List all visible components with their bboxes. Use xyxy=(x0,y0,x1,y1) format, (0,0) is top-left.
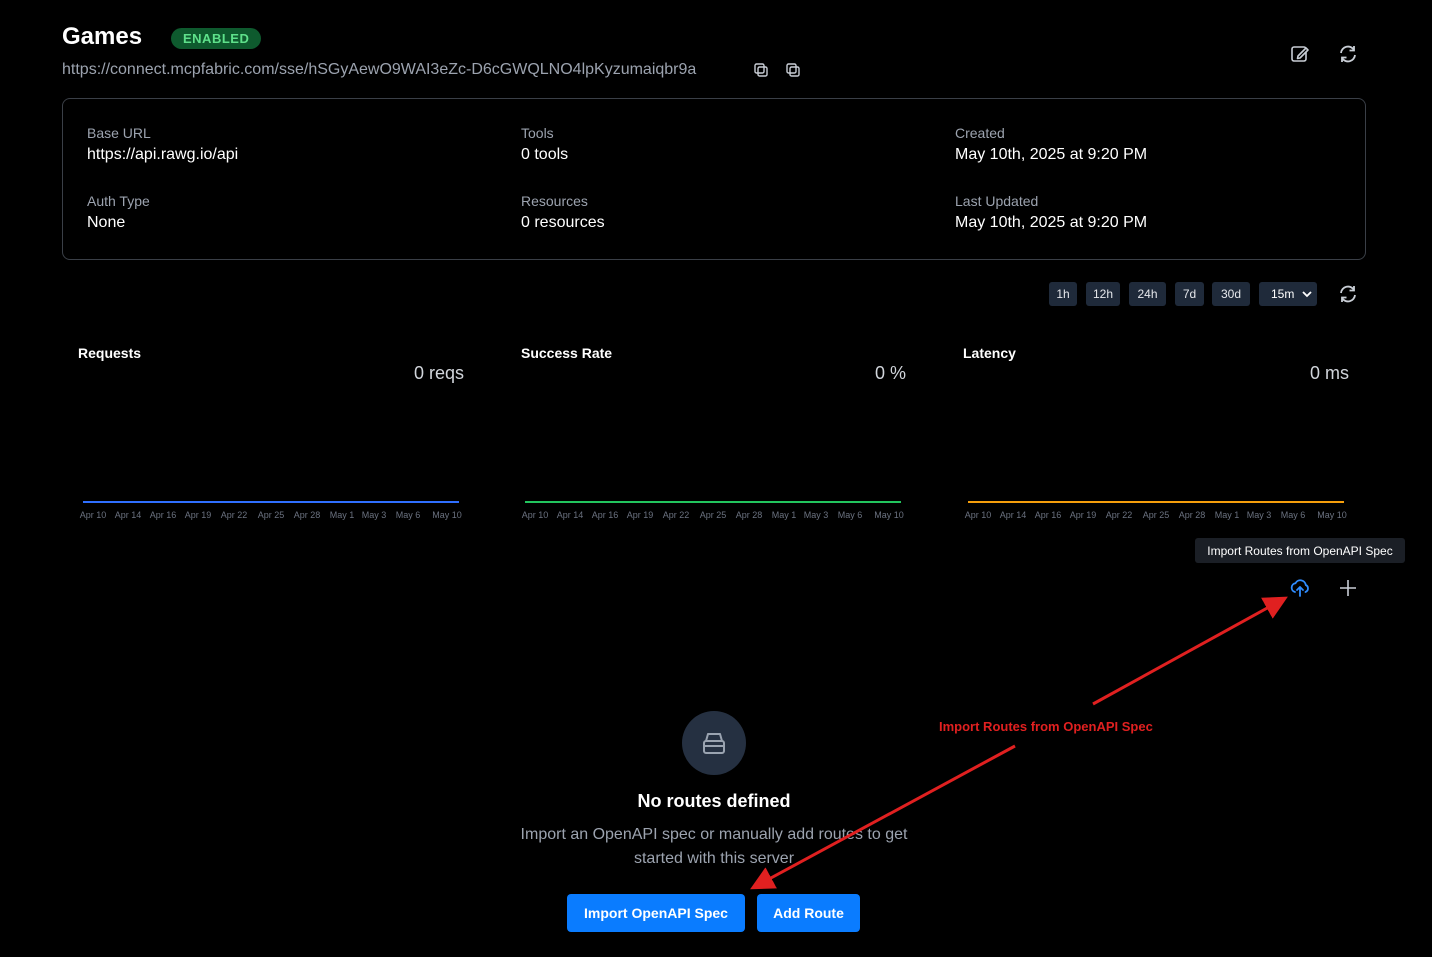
interval-select-value: 15m xyxy=(1271,287,1295,301)
x-tick-label: May 10 xyxy=(432,510,462,520)
x-tick-label: Apr 22 xyxy=(663,510,690,520)
edit-icon[interactable] xyxy=(1289,43,1311,65)
empty-state-description: Import an OpenAPI spec or manually add r… xyxy=(520,826,908,867)
interval-select[interactable]: 15m xyxy=(1259,282,1317,306)
x-tick-label: Apr 25 xyxy=(700,510,727,520)
x-tick-label: Apr 25 xyxy=(1143,510,1170,520)
empty-state-icon-wrapper xyxy=(682,711,746,775)
last-updated-value: May 10th, 2025 at 9:20 PM xyxy=(955,214,1148,231)
resources-value: 0 resources xyxy=(521,214,605,231)
annotation-arrow-up xyxy=(1092,596,1288,706)
range-12h-button[interactable]: 12h xyxy=(1086,282,1120,306)
x-tick-label: May 6 xyxy=(1281,510,1306,520)
x-tick-label: May 3 xyxy=(1247,510,1272,520)
x-tick-label: May 1 xyxy=(1215,510,1240,520)
base-url-label: Base URL xyxy=(87,125,151,141)
auth-type-label: Auth Type xyxy=(87,193,150,209)
x-tick-label: Apr 10 xyxy=(80,510,107,520)
cloud-upload-icon[interactable] xyxy=(1289,577,1311,599)
x-tick-label: May 6 xyxy=(396,510,421,520)
x-tick-label: Apr 10 xyxy=(522,510,549,520)
x-tick-label: Apr 14 xyxy=(115,510,142,520)
x-tick-label: Apr 14 xyxy=(557,510,584,520)
x-tick-label: Apr 28 xyxy=(294,510,321,520)
refresh-metrics-icon[interactable] xyxy=(1337,283,1359,305)
requests-chart: Apr 10 Apr 14 Apr 16 Apr 19 Apr 22 Apr 25 Apr … xyxy=(80,501,462,520)
requests-chart-title: Requests xyxy=(78,345,142,361)
x-tick-label: Apr 22 xyxy=(221,510,248,520)
last-updated-label: Last Updated xyxy=(955,193,1039,209)
x-tick-label: Apr 16 xyxy=(150,510,177,520)
x-tick-label: Apr 25 xyxy=(258,510,285,520)
created-value: May 10th, 2025 at 9:20 PM xyxy=(955,146,1148,163)
x-tick-label: Apr 16 xyxy=(592,510,619,520)
base-url-value: https://api.rawg.io/api xyxy=(87,146,239,163)
x-tick-label: Apr 28 xyxy=(1179,510,1206,520)
copy-icon[interactable] xyxy=(786,63,800,77)
copy-icon[interactable] xyxy=(754,63,768,77)
x-tick-label: May 3 xyxy=(362,510,387,520)
empty-state-title: No routes defined xyxy=(637,791,791,811)
tools-value: 0 tools xyxy=(521,146,569,163)
x-tick-label: May 10 xyxy=(1317,510,1347,520)
created-label: Created xyxy=(955,125,1005,141)
x-tick-label: Apr 10 xyxy=(965,510,992,520)
server-info-card xyxy=(62,98,1366,260)
endpoint-url: https://connect.mcpfabric.com/sse/hSGyAe… xyxy=(62,61,697,78)
success-rate-chart-title: Success Rate xyxy=(521,345,613,361)
x-tick-label: May 3 xyxy=(804,510,829,520)
range-30d-button[interactable]: 30d xyxy=(1212,282,1250,306)
add-route-button[interactable]: Add Route xyxy=(757,894,860,932)
resources-label: Resources xyxy=(521,193,588,209)
latency-chart: Apr 10 Apr 14 Apr 16 Apr 19 Apr 22 Apr 25 Apr … xyxy=(965,501,1347,520)
x-tick-label: May 6 xyxy=(838,510,863,520)
range-1h-button[interactable]: 1h xyxy=(1049,282,1077,306)
x-tick-label: Apr 19 xyxy=(1070,510,1097,520)
x-tick-label: May 1 xyxy=(772,510,797,520)
x-tick-label: May 1 xyxy=(330,510,355,520)
x-tick-label: Apr 16 xyxy=(1035,510,1062,520)
status-badge: ENABLED xyxy=(171,28,262,49)
annotation-label: Import Routes from OpenAPI Spec xyxy=(939,719,1153,734)
page-title: Games xyxy=(62,23,143,50)
x-tick-label: Apr 19 xyxy=(627,510,654,520)
chevron-down-icon xyxy=(1302,291,1312,298)
tools-label: Tools xyxy=(521,125,554,141)
x-tick-label: Apr 19 xyxy=(185,510,212,520)
refresh-icon[interactable] xyxy=(1337,43,1359,65)
plus-icon[interactable] xyxy=(1338,578,1358,598)
range-7d-button[interactable]: 7d xyxy=(1175,282,1204,306)
success-rate-chart: Apr 10 Apr 14 Apr 16 Apr 19 Apr 22 Apr 25 Apr … xyxy=(522,501,904,520)
x-tick-label: Apr 28 xyxy=(736,510,763,520)
x-tick-label: May 10 xyxy=(874,510,904,520)
x-tick-label: Apr 14 xyxy=(1000,510,1027,520)
range-24h-button[interactable]: 24h xyxy=(1129,282,1166,306)
archive-icon xyxy=(703,733,725,754)
import-openapi-button[interactable]: Import OpenAPI Spec xyxy=(567,894,745,932)
x-tick-label: Apr 22 xyxy=(1106,510,1133,520)
latency-chart-title: Latency xyxy=(963,345,1016,361)
import-tooltip: Import Routes from OpenAPI Spec xyxy=(1195,538,1405,563)
auth-type-value: None xyxy=(87,214,126,231)
